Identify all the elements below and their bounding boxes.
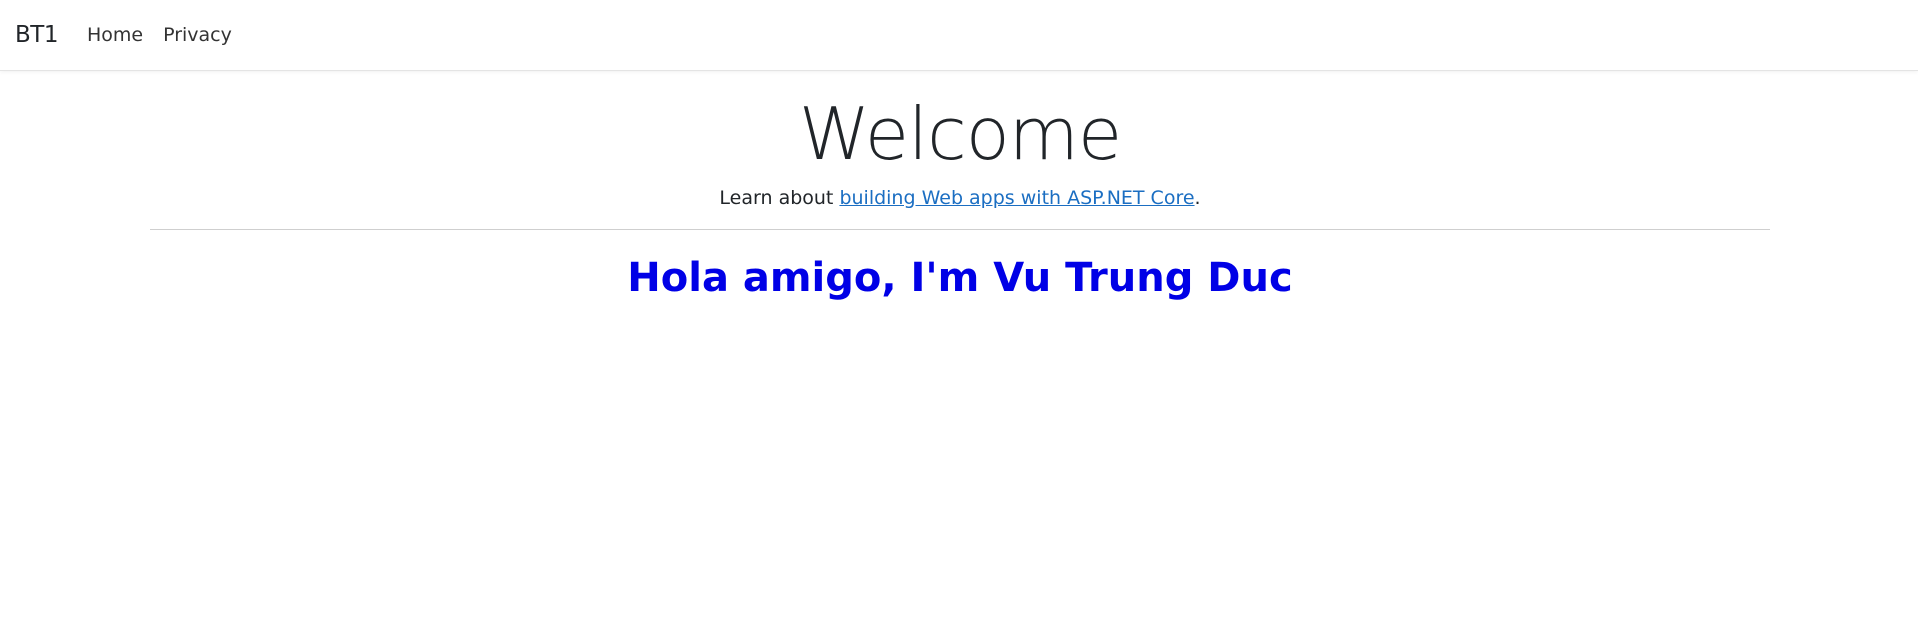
page-title: Welcome xyxy=(798,92,1122,176)
greeting-heading: Hola amigo, I'm Vu Trung Duc xyxy=(627,254,1293,301)
brand-link[interactable]: BT1 xyxy=(15,22,58,48)
nav-link-privacy[interactable]: Privacy xyxy=(163,24,232,46)
learn-prefix: Learn about xyxy=(719,187,840,209)
top-navbar: BT1 Home Privacy xyxy=(0,0,1918,71)
main-content: Welcome Learn about building Web apps wi… xyxy=(150,71,1770,302)
nav-link-home[interactable]: Home xyxy=(87,24,143,46)
aspnet-docs-link[interactable]: building Web apps with ASP.NET Core xyxy=(839,187,1194,209)
learn-suffix: . xyxy=(1194,187,1201,209)
learn-about-text: Learn about building Web apps with ASP.N… xyxy=(150,186,1770,211)
divider xyxy=(150,228,1770,230)
